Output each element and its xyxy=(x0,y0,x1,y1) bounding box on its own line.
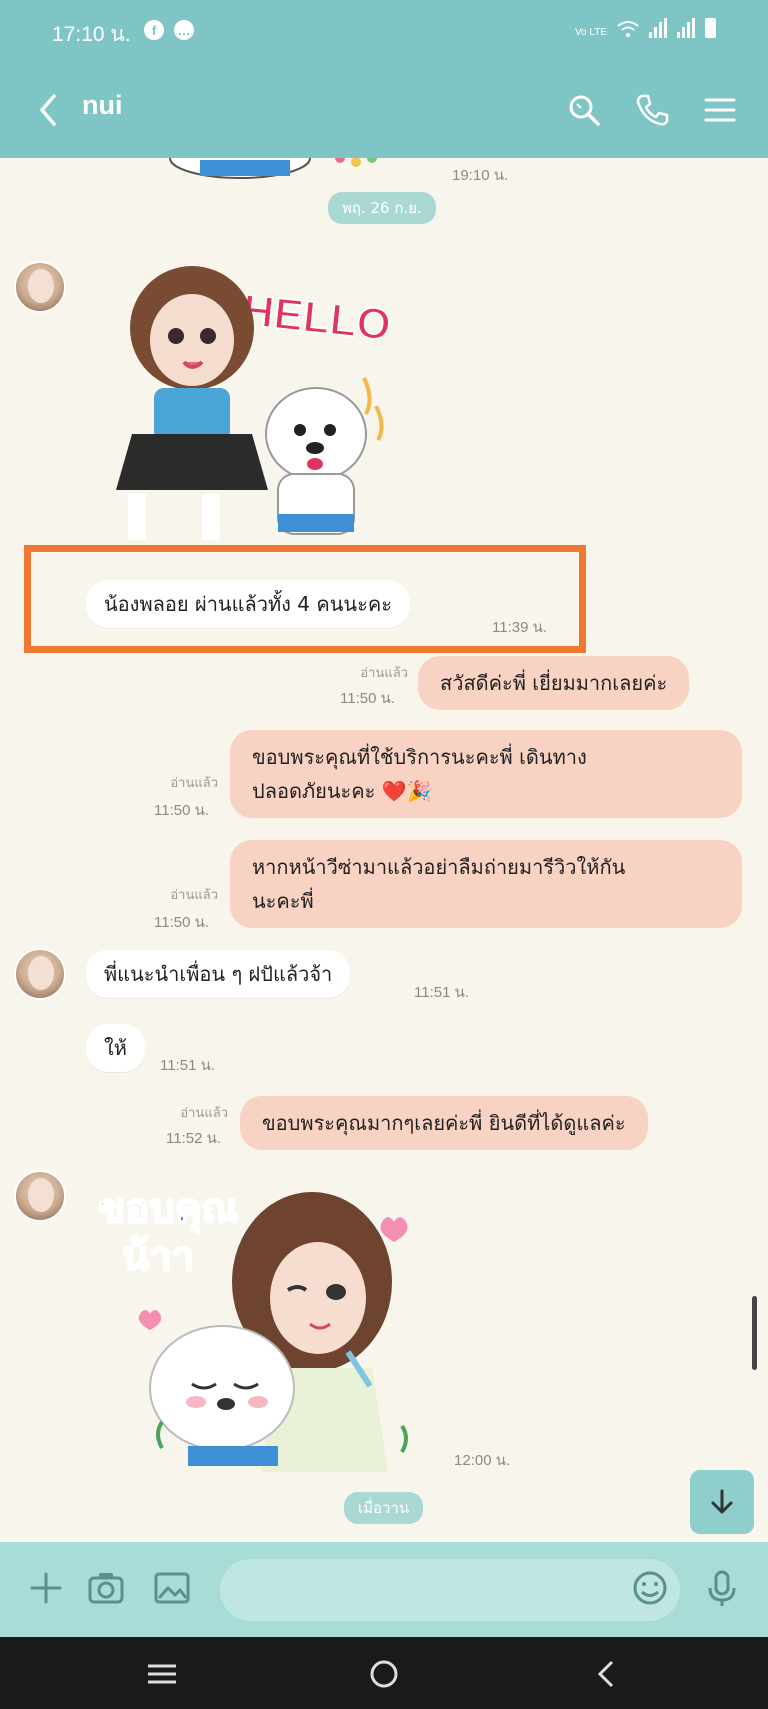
message-time: 11:50 น. xyxy=(340,690,396,707)
read-receipt: อ่านแล้ว xyxy=(180,1106,228,1121)
date-separator: พฤ. 26 ก.ย. xyxy=(328,192,436,224)
message-bubble-outgoing[interactable]: หากหน้าวีซ่ามาแล้วอย่าลืมถ่ายมารีวิวให้ก… xyxy=(230,840,742,928)
signal-icon xyxy=(677,18,695,38)
message-input-bar xyxy=(0,1542,768,1637)
partial-sticker-image xyxy=(169,158,377,179)
avatar[interactable] xyxy=(14,948,66,1000)
battery-icon xyxy=(705,18,716,38)
back-nav-icon[interactable] xyxy=(590,1657,626,1691)
thank-you-sticker-text: น้าา xyxy=(122,1234,194,1280)
status-time: 17:10 น. xyxy=(52,23,131,46)
system-icons: Vo LTE xyxy=(575,18,716,38)
menu-icon[interactable] xyxy=(702,92,738,128)
thank-you-sticker-image: ขอบคุณ น้าา xyxy=(97,1185,408,1472)
chat-header: nui xyxy=(0,62,768,158)
chat-title: nui xyxy=(82,90,123,120)
message-time: 19:10 น. xyxy=(452,167,509,184)
message-line: หากหน้าวีซ่ามาแล้วอย่าลืมถ่ายมารีวิวให้ก… xyxy=(252,855,626,879)
message-line: นะคะพี่ xyxy=(252,889,314,913)
plus-icon[interactable] xyxy=(26,1568,66,1608)
recent-apps-icon[interactable] xyxy=(144,1657,180,1691)
mic-icon[interactable] xyxy=(702,1568,742,1608)
avatar[interactable] xyxy=(14,261,66,313)
message-time: 11:51 น. xyxy=(414,984,470,1001)
message-time: 11:52 น. xyxy=(166,1130,222,1147)
message-time: 12:00 น. xyxy=(454,1452,511,1469)
hello-sticker-text: HELLO xyxy=(240,286,393,350)
status-bar: 17:10 น. f … Vo LTE xyxy=(0,0,768,62)
image-icon[interactable] xyxy=(152,1568,192,1608)
avatar[interactable] xyxy=(14,1170,66,1222)
message-bubble-incoming[interactable]: ให้ xyxy=(86,1024,145,1072)
message-bubble-outgoing[interactable]: สวัสดีค่ะพี่ เยี่ยมมากเลยค่ะ xyxy=(418,656,690,710)
wifi-icon xyxy=(617,21,639,37)
message-time: 11:51 น. xyxy=(160,1057,216,1074)
hello-sticker-image: HELLO xyxy=(116,266,394,540)
signal-icon xyxy=(649,18,667,38)
home-icon[interactable] xyxy=(366,1657,402,1691)
read-receipt: อ่านแล้ว xyxy=(170,888,218,903)
system-nav-bar xyxy=(0,1637,768,1709)
date-separator: เมื่อวาน xyxy=(344,1492,424,1524)
thank-you-sticker-text: ขอบคุณ xyxy=(98,1186,239,1234)
arrow-down-icon xyxy=(711,1489,733,1514)
line-icon: … xyxy=(174,20,194,40)
camera-icon[interactable] xyxy=(86,1568,126,1608)
message-bubble-outgoing[interactable]: ขอบพระคุณมากๆเลยค่ะพี่ ยินดีที่ได้ดูแลค่… xyxy=(240,1096,648,1150)
emoji-icon[interactable] xyxy=(630,1568,670,1608)
highlight-box xyxy=(24,545,586,653)
read-receipt: อ่านแล้ว xyxy=(360,666,408,681)
message-bubble-incoming[interactable]: พี่แนะนำเพื่อน ๆ ฝปัแล้วจ้า xyxy=(86,950,351,998)
read-receipt: อ่านแล้ว xyxy=(170,776,218,791)
volte-icon: Vo LTE xyxy=(574,27,607,38)
scroll-to-bottom-button[interactable] xyxy=(690,1470,754,1534)
message-line: ขอบพระคุณที่ใช้บริการนะคะพี่ เดินทาง xyxy=(252,745,587,769)
search-icon[interactable] xyxy=(566,92,602,128)
phone-icon[interactable] xyxy=(634,92,670,128)
message-bubble-outgoing[interactable]: ขอบพระคุณที่ใช้บริการนะคะพี่ เดินทาง ปลอ… xyxy=(230,730,742,818)
facebook-icon: f xyxy=(144,20,164,40)
message-time: 11:50 น. xyxy=(154,802,210,819)
notification-icons: f … xyxy=(144,20,194,40)
message-time: 11:50 น. xyxy=(154,914,210,931)
scrollbar[interactable] xyxy=(752,1296,757,1370)
back-icon[interactable] xyxy=(34,92,64,128)
message-input[interactable] xyxy=(220,1559,680,1621)
message-line: ปลอดภัยนะคะ ❤️🎉 xyxy=(252,779,432,803)
chat-area[interactable]: 19:10 น. พฤ. 26 ก.ย. HELLO น้องพลอย ผ่าน… xyxy=(0,158,768,1542)
